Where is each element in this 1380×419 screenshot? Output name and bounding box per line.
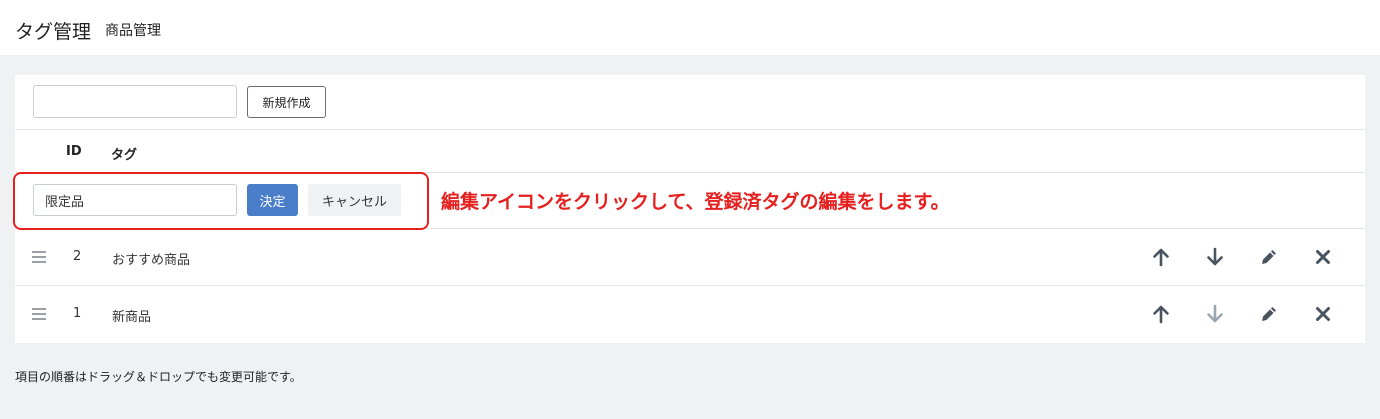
annotation-text: 編集アイコンをクリックして、登録済タグの編集をします。 <box>441 191 950 213</box>
arrow-up-icon[interactable] <box>1150 246 1172 268</box>
table-row: 1 新商品 <box>15 286 1365 343</box>
arrow-up-icon[interactable] <box>1150 303 1172 325</box>
drag-handle-icon[interactable] <box>32 251 46 263</box>
table-header: ID タグ <box>15 130 1365 173</box>
row-id: 2 <box>73 249 82 264</box>
drag-handle-icon[interactable] <box>32 308 46 320</box>
create-row: 新規作成 <box>15 75 1365 130</box>
pencil-icon[interactable] <box>1258 246 1280 268</box>
page-header: タグ管理 商品管理 <box>0 0 1380 55</box>
page-title: タグ管理 <box>15 21 92 43</box>
page-subtitle: 商品管理 <box>105 23 161 39</box>
row-name: おすすめ商品 <box>112 253 191 268</box>
close-icon[interactable] <box>1312 246 1334 268</box>
create-button[interactable]: 新規作成 <box>247 86 326 118</box>
arrow-down-icon <box>1207 304 1223 323</box>
column-header-tag: タグ <box>111 148 138 163</box>
column-header-id: ID <box>66 144 82 159</box>
annotation-highlight-box <box>13 172 429 230</box>
close-icon[interactable] <box>1312 303 1334 325</box>
arrow-down-icon[interactable] <box>1204 246 1226 268</box>
row-name: 新商品 <box>112 310 152 325</box>
new-tag-input[interactable] <box>33 85 237 118</box>
table-row: 2 おすすめ商品 <box>15 229 1365 286</box>
pencil-icon[interactable] <box>1258 303 1280 325</box>
row-id: 1 <box>73 306 82 321</box>
footer-note: 項目の順番はドラッグ＆ドロップでも変更可能です。 <box>15 370 302 384</box>
